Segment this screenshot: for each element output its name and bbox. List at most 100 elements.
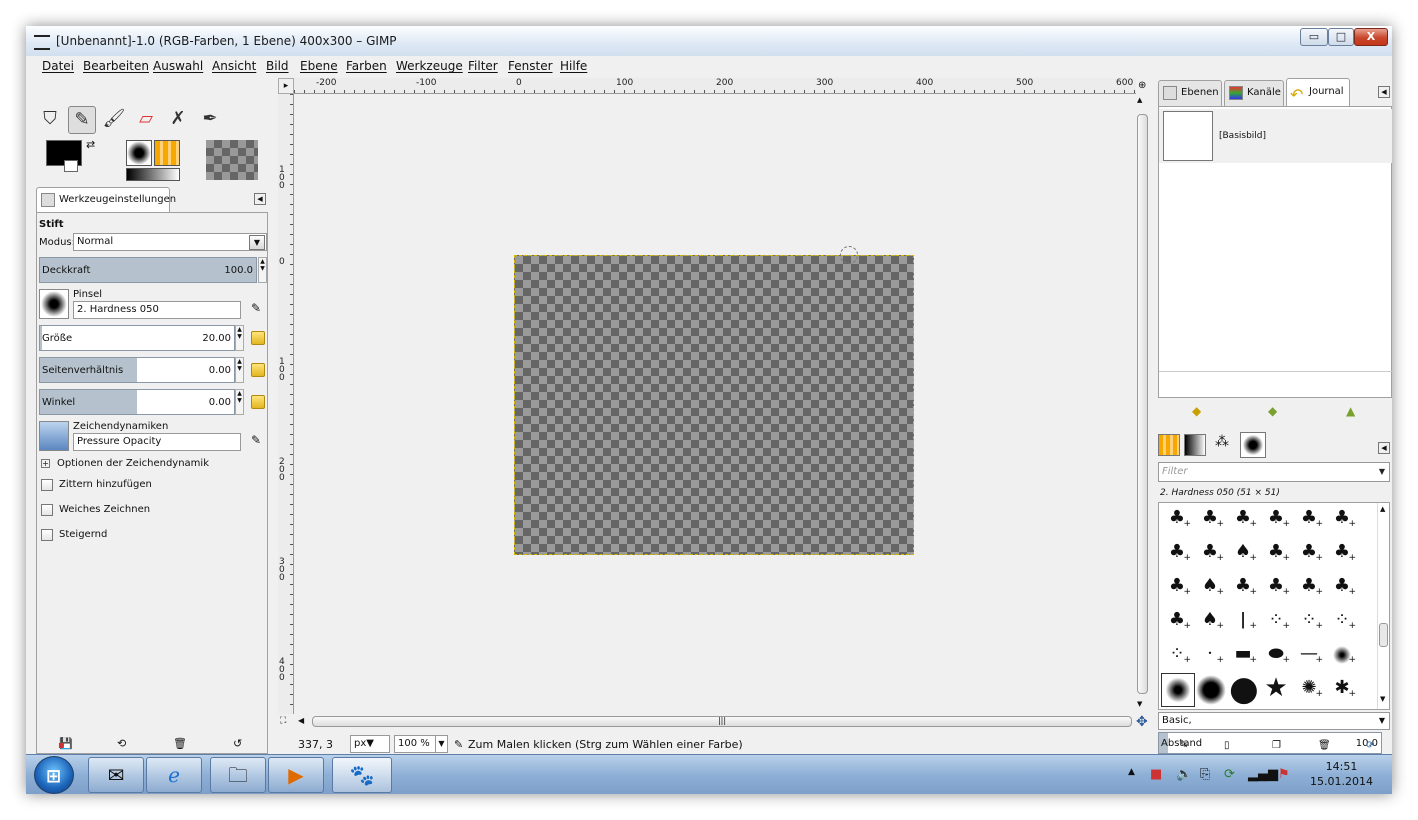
airbrush-icon[interactable]: ✗ [164, 106, 192, 134]
start-button[interactable]: ⊞ [34, 756, 74, 794]
menu-bearbeiten[interactable]: Bearbeiten [83, 59, 149, 73]
opacity-slider[interactable]: Deckkraft 100.0 [39, 257, 257, 283]
brush-thumb[interactable]: ★ [1262, 675, 1290, 703]
reset-aspect-icon[interactable] [251, 363, 265, 377]
delete-options-icon[interactable]: 🗑 [173, 737, 187, 750]
edit-dynamics-icon[interactable]: ✎ [251, 433, 261, 447]
horizontal-ruler[interactable]: -200 -100 0 100 200 300 400 500 600 [294, 78, 1136, 94]
brush-thumb[interactable]: ♠ + [1196, 573, 1224, 601]
size-spinner[interactable]: ▲ ▼ [235, 325, 244, 351]
explorer-task[interactable]: 🗀 [210, 757, 266, 793]
brush-thumb[interactable]: • + [1196, 641, 1224, 669]
pencil-icon[interactable]: ✎ [68, 106, 96, 134]
brush-scrollbar[interactable]: ▲ ▼ [1377, 503, 1389, 709]
vertical-scroll-thumb[interactable] [1137, 114, 1148, 694]
mode-select[interactable]: Normal ▼ [73, 233, 267, 251]
aspect-slider[interactable]: Seitenverhältnis 0.00 [39, 357, 235, 383]
pattern-preview[interactable] [154, 140, 180, 166]
brush-grid[interactable]: ♣ + ♣ + ♣ + ♣ + ♣ + ♣ + ♣ + ♣ + ♠ + ♣ + ♣ + ♣ + ♣ + ♠… [1158, 502, 1390, 710]
tab-layers[interactable]: Ebenen [1158, 80, 1222, 106]
duplicate-brush-icon[interactable]: ❐ [1272, 740, 1281, 751]
brush-thumb[interactable]: ♣ + [1328, 573, 1356, 601]
clipboard-icon[interactable]: ⎘ [1200, 767, 1210, 782]
vertical-ruler[interactable]: 100 0 100 200 300 400 [278, 94, 294, 714]
tray-app-icon[interactable]: ■ [1150, 767, 1162, 782]
restore-options-icon[interactable]: ⟲ [117, 737, 126, 750]
aspect-spinner[interactable]: ▲ ▼ [235, 357, 244, 383]
angle-spinner[interactable]: ▲ ▼ [235, 389, 244, 415]
redo-icon[interactable]: ◆ [1268, 404, 1277, 418]
brush-thumb[interactable]: ⁘ + [1163, 641, 1191, 669]
eraser-icon[interactable]: ▱ [132, 106, 160, 134]
opacity-spinner[interactable]: ▲ ▼ [258, 257, 267, 283]
refresh-brushes-icon[interactable]: ⟳ [1366, 740, 1374, 751]
brush-thumb[interactable]: ♣ + [1163, 607, 1191, 635]
brush-thumb[interactable]: ⬬ + [1262, 641, 1290, 669]
brush-thumb[interactable]: ⁘ + [1295, 607, 1323, 635]
dynamics-options-expander[interactable]: Optionen der Zeichendynamik [57, 458, 209, 469]
smooth-checkbox[interactable] [41, 504, 53, 516]
brush-thumb[interactable]: ♣ + [1295, 539, 1323, 567]
menu-fenster[interactable]: Fenster [508, 59, 553, 73]
menu-auswahl[interactable]: Auswahl [153, 59, 203, 73]
bucket-fill-icon[interactable]: ⛉ [36, 106, 64, 134]
paintbrush-icon[interactable]: 🖌 [100, 106, 128, 134]
swap-colors-icon[interactable]: ⇄ [86, 138, 95, 151]
reset-options-icon[interactable]: ↺ [233, 737, 242, 750]
incremental-checkbox[interactable] [41, 529, 53, 541]
new-brush-icon[interactable]: ▯ [1224, 740, 1230, 751]
system-clock[interactable]: 14:51 15.01.2014 [1310, 759, 1373, 789]
brush-name-field[interactable]: 2. Hardness 050 [73, 301, 241, 319]
brush-scroll-thumb[interactable] [1379, 623, 1388, 647]
dynamics-field[interactable]: Pressure Opacity [73, 433, 241, 451]
thunderbird-task[interactable]: ✉ [88, 757, 144, 793]
show-hidden-icons[interactable]: ▲ [1128, 767, 1135, 777]
image-canvas[interactable] [514, 255, 914, 555]
brush-tag-field[interactable]: Basic, ▼ [1158, 712, 1390, 730]
internet-explorer-task[interactable]: ℯ [146, 757, 202, 793]
spacing-slider[interactable]: Abstand 10.0 [1158, 732, 1382, 754]
title-bar[interactable]: [Unbenannt]-1.0 (RGB-Farben, 1 Ebene) 40… [26, 26, 1392, 56]
menu-ebene[interactable]: Ebene [300, 59, 338, 73]
scroll-up-icon[interactable]: ▲ [1380, 505, 1385, 513]
brush-thumb[interactable]: ✱ + [1328, 675, 1356, 703]
save-options-bottom-icon[interactable]: ▪ [58, 740, 65, 751]
image-preview[interactable] [206, 140, 258, 180]
canvas-area[interactable] [294, 94, 1136, 714]
brush-thumbnail[interactable] [39, 289, 69, 319]
gimp-task[interactable]: 🐾 [332, 757, 392, 793]
network-share-icon[interactable]: ⟳ [1224, 767, 1235, 782]
maximize-button[interactable]: □ [1328, 28, 1354, 46]
tab-menu-icon[interactable]: ◀ [1378, 442, 1390, 454]
scroll-up-icon[interactable]: ▲ [1137, 96, 1142, 104]
brush-thumb-selected[interactable] [1161, 673, 1195, 707]
menu-ansicht[interactable]: Ansicht [212, 59, 256, 73]
brush-filter-field[interactable]: Filter ▼ [1158, 462, 1390, 482]
zoom-fit-icon[interactable]: ⊕ [1138, 80, 1146, 91]
brush-thumb[interactable]: ǀ + [1229, 607, 1257, 635]
zoom-select[interactable]: 100 % ▼ [394, 735, 448, 753]
brush-preview[interactable] [126, 140, 152, 166]
tab-channels[interactable]: Kanäle [1224, 80, 1284, 106]
tab-journal[interactable]: ↶ Journal [1286, 78, 1350, 106]
tab-menu-icon[interactable]: ◀ [1378, 86, 1390, 98]
reset-angle-icon[interactable] [251, 395, 265, 409]
tab-tool-options[interactable]: Werkzeugeinstellungen [36, 187, 176, 213]
unit-select[interactable]: px▼ [350, 735, 390, 753]
brush-thumb[interactable]: + [1328, 641, 1356, 669]
brush-thumb[interactable]: ♣ + [1163, 573, 1191, 601]
tab-gradients[interactable] [1184, 434, 1206, 456]
brush-thumb[interactable]: ♣ + [1328, 505, 1356, 533]
menu-hilfe[interactable]: Hilfe [560, 59, 587, 73]
quick-mask-icon[interactable]: ▸ [278, 78, 294, 94]
brush-thumb[interactable]: ♣ + [1196, 539, 1224, 567]
brush-thumb[interactable]: ✺ + [1295, 675, 1323, 703]
brush-thumb[interactable]: ♣ + [1229, 505, 1257, 533]
delete-brush-icon[interactable]: 🗑 [1318, 740, 1331, 751]
zoom-toggle-icon[interactable]: ⛶ [280, 716, 286, 726]
scroll-down-icon[interactable]: ▼ [1380, 695, 1385, 703]
tab-menu-icon[interactable]: ◀ [254, 193, 266, 205]
ink-icon[interactable]: ✒ [196, 106, 224, 134]
dynamics-icon[interactable] [39, 421, 69, 451]
brush-thumb[interactable]: ⁘ + [1262, 607, 1290, 635]
